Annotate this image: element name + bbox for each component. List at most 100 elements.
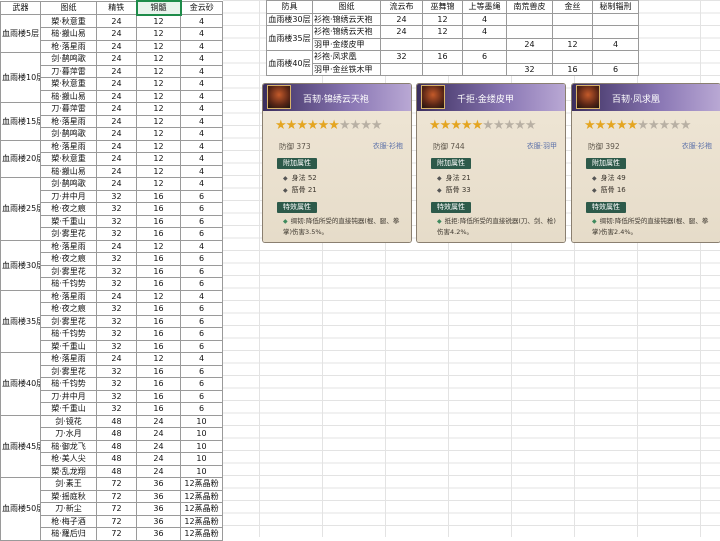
flowing-cloth-cell[interactable] xyxy=(380,37,423,51)
blueprint-cell[interactable]: 剑·雾里花 xyxy=(40,264,97,278)
copper-marrow-cell[interactable]: 24 xyxy=(136,452,181,466)
gold-cloud-sand-cell[interactable]: 6 xyxy=(180,389,223,403)
gold-cloud-sand-cell[interactable]: 6 xyxy=(180,189,223,203)
blueprint-cell[interactable]: 槌·千钧势 xyxy=(40,377,97,391)
header-ink-rope[interactable]: 上等墨绳 xyxy=(462,0,507,14)
copper-marrow-cell[interactable]: 12 xyxy=(136,52,181,66)
copper-marrow-cell[interactable]: 16 xyxy=(136,202,181,216)
refined-iron-cell[interactable]: 32 xyxy=(96,189,137,203)
blueprint-cell[interactable]: 槌·搬山易 xyxy=(40,164,97,178)
armor-floor-cell[interactable]: 血雨楼35层 xyxy=(266,25,313,51)
gold-cloud-sand-cell[interactable]: 4 xyxy=(180,164,223,178)
blueprint-cell[interactable]: 枪·落星雨 xyxy=(40,114,97,128)
gold-cloud-sand-cell[interactable]: 4 xyxy=(180,27,223,41)
gold-cloud-sand-cell[interactable]: 4 xyxy=(180,139,223,153)
ink-rope-cell[interactable]: 4 xyxy=(462,12,507,26)
copper-marrow-cell[interactable]: 16 xyxy=(136,302,181,316)
copper-marrow-cell[interactable]: 24 xyxy=(136,464,181,478)
refined-iron-cell[interactable]: 32 xyxy=(96,314,137,328)
refined-iron-cell[interactable]: 32 xyxy=(96,339,137,353)
gold-cloud-sand-cell[interactable]: 4 xyxy=(180,64,223,78)
gold-cloud-sand-cell[interactable]: 6 xyxy=(180,277,223,291)
dance-brocade-cell[interactable]: 12 xyxy=(422,12,463,26)
blueprint-cell[interactable]: 剑·雾里花 xyxy=(40,227,97,241)
gold-cloud-sand-cell[interactable]: 4 xyxy=(180,127,223,141)
secret-item-cell[interactable]: 4 xyxy=(592,37,639,51)
refined-iron-cell[interactable]: 32 xyxy=(96,389,137,403)
refined-iron-cell[interactable]: 24 xyxy=(96,127,137,141)
blueprint-cell[interactable]: 剑·雾里花 xyxy=(40,364,97,378)
floor-cell[interactable]: 血雨楼50层 xyxy=(0,477,41,541)
gold-cloud-sand-cell[interactable]: 4 xyxy=(180,352,223,366)
blueprint-cell[interactable]: 槌·羅后归 xyxy=(40,527,97,541)
flowing-cloth-cell[interactable]: 32 xyxy=(380,50,423,64)
gold-cloud-sand-cell[interactable]: 6 xyxy=(180,377,223,391)
ink-rope-cell[interactable]: 6 xyxy=(462,50,507,64)
gold-cloud-sand-cell[interactable]: 6 xyxy=(180,252,223,266)
beast-hide-cell[interactable] xyxy=(506,25,553,39)
beast-hide-cell[interactable]: 24 xyxy=(506,37,553,51)
gold-cloud-sand-cell[interactable]: 6 xyxy=(180,227,223,241)
refined-iron-cell[interactable]: 72 xyxy=(96,514,137,528)
header-dance-brocade[interactable]: 巫舞锦 xyxy=(422,0,463,14)
copper-marrow-cell[interactable]: 12 xyxy=(136,139,181,153)
refined-iron-cell[interactable]: 48 xyxy=(96,427,137,441)
blueprint-cell[interactable]: 枪·梅子酒 xyxy=(40,514,97,528)
gold-cloud-sand-cell[interactable]: 10 xyxy=(180,439,223,453)
refined-iron-cell[interactable]: 24 xyxy=(96,77,137,91)
copper-marrow-cell[interactable]: 12 xyxy=(136,77,181,91)
gold-cloud-sand-cell[interactable]: 10 xyxy=(180,427,223,441)
header-armor[interactable]: 防具 xyxy=(266,0,313,14)
ink-rope-cell[interactable]: 4 xyxy=(462,25,507,39)
gold-cloud-sand-cell[interactable]: 4 xyxy=(180,39,223,53)
refined-iron-cell[interactable]: 24 xyxy=(96,14,137,28)
blueprint-cell[interactable]: 槌·千钧势 xyxy=(40,327,97,341)
refined-iron-cell[interactable]: 48 xyxy=(96,414,137,428)
refined-iron-cell[interactable]: 32 xyxy=(96,302,137,316)
blueprint-cell[interactable]: 剑·鹊鸣歌 xyxy=(40,177,97,191)
gold-cloud-sand-cell[interactable]: 4 xyxy=(180,177,223,191)
refined-iron-cell[interactable]: 24 xyxy=(96,352,137,366)
blueprint-cell[interactable]: 槌·搬山易 xyxy=(40,27,97,41)
gold-cloud-sand-cell[interactable]: 4 xyxy=(180,102,223,116)
floor-cell[interactable]: 血雨楼15层 xyxy=(0,102,41,141)
dance-brocade-cell[interactable]: 16 xyxy=(422,50,463,64)
gold-cloud-sand-cell[interactable]: 6 xyxy=(180,314,223,328)
blueprint-cell[interactable]: 槌·千钧势 xyxy=(40,277,97,291)
gold-cloud-sand-cell[interactable]: 12蒸晶粉 xyxy=(180,527,223,541)
armor-blueprint-cell[interactable]: 衫袍·凤求凰 xyxy=(312,50,381,64)
refined-iron-cell[interactable]: 24 xyxy=(96,52,137,66)
copper-marrow-cell[interactable]: 12 xyxy=(136,89,181,103)
blueprint-cell[interactable]: 剑·鹊鸣歌 xyxy=(40,127,97,141)
floor-cell[interactable]: 血雨楼25层 xyxy=(0,177,41,241)
floor-cell[interactable]: 血雨楼40层 xyxy=(0,352,41,416)
refined-iron-cell[interactable]: 24 xyxy=(96,27,137,41)
dance-brocade-cell[interactable] xyxy=(422,37,463,51)
gold-cloud-sand-cell[interactable]: 4 xyxy=(180,152,223,166)
dance-brocade-cell[interactable] xyxy=(422,62,463,76)
floor-cell[interactable]: 血雨楼45层 xyxy=(0,414,41,478)
refined-iron-cell[interactable]: 24 xyxy=(96,139,137,153)
refined-iron-cell[interactable]: 24 xyxy=(96,164,137,178)
gold-cloud-sand-cell[interactable]: 6 xyxy=(180,302,223,316)
gold-cloud-sand-cell[interactable]: 6 xyxy=(180,202,223,216)
copper-marrow-cell[interactable]: 16 xyxy=(136,327,181,341)
blueprint-cell[interactable]: 槊·秋意重 xyxy=(40,152,97,166)
header-refined-iron[interactable]: 精铁 xyxy=(96,0,137,15)
blueprint-cell[interactable]: 槊·千重山 xyxy=(40,339,97,353)
copper-marrow-cell[interactable]: 36 xyxy=(136,489,181,503)
copper-marrow-cell[interactable]: 12 xyxy=(136,352,181,366)
gold-cloud-sand-cell[interactable]: 12蒸晶粉 xyxy=(180,489,223,503)
blueprint-cell[interactable]: 槊·秋意重 xyxy=(40,14,97,28)
copper-marrow-cell[interactable]: 16 xyxy=(136,277,181,291)
blueprint-cell[interactable]: 剑·镜花 xyxy=(40,414,97,428)
secret-item-cell[interactable] xyxy=(592,12,639,26)
blueprint-cell[interactable]: 刀·水月 xyxy=(40,427,97,441)
beast-hide-cell[interactable] xyxy=(506,12,553,26)
refined-iron-cell[interactable]: 32 xyxy=(96,214,137,228)
gold-cloud-sand-cell[interactable]: 4 xyxy=(180,289,223,303)
gold-cloud-sand-cell[interactable]: 6 xyxy=(180,214,223,228)
blueprint-cell[interactable]: 槊·乱龙翔 xyxy=(40,464,97,478)
header-weapon[interactable]: 武器 xyxy=(0,0,41,15)
refined-iron-cell[interactable]: 32 xyxy=(96,252,137,266)
